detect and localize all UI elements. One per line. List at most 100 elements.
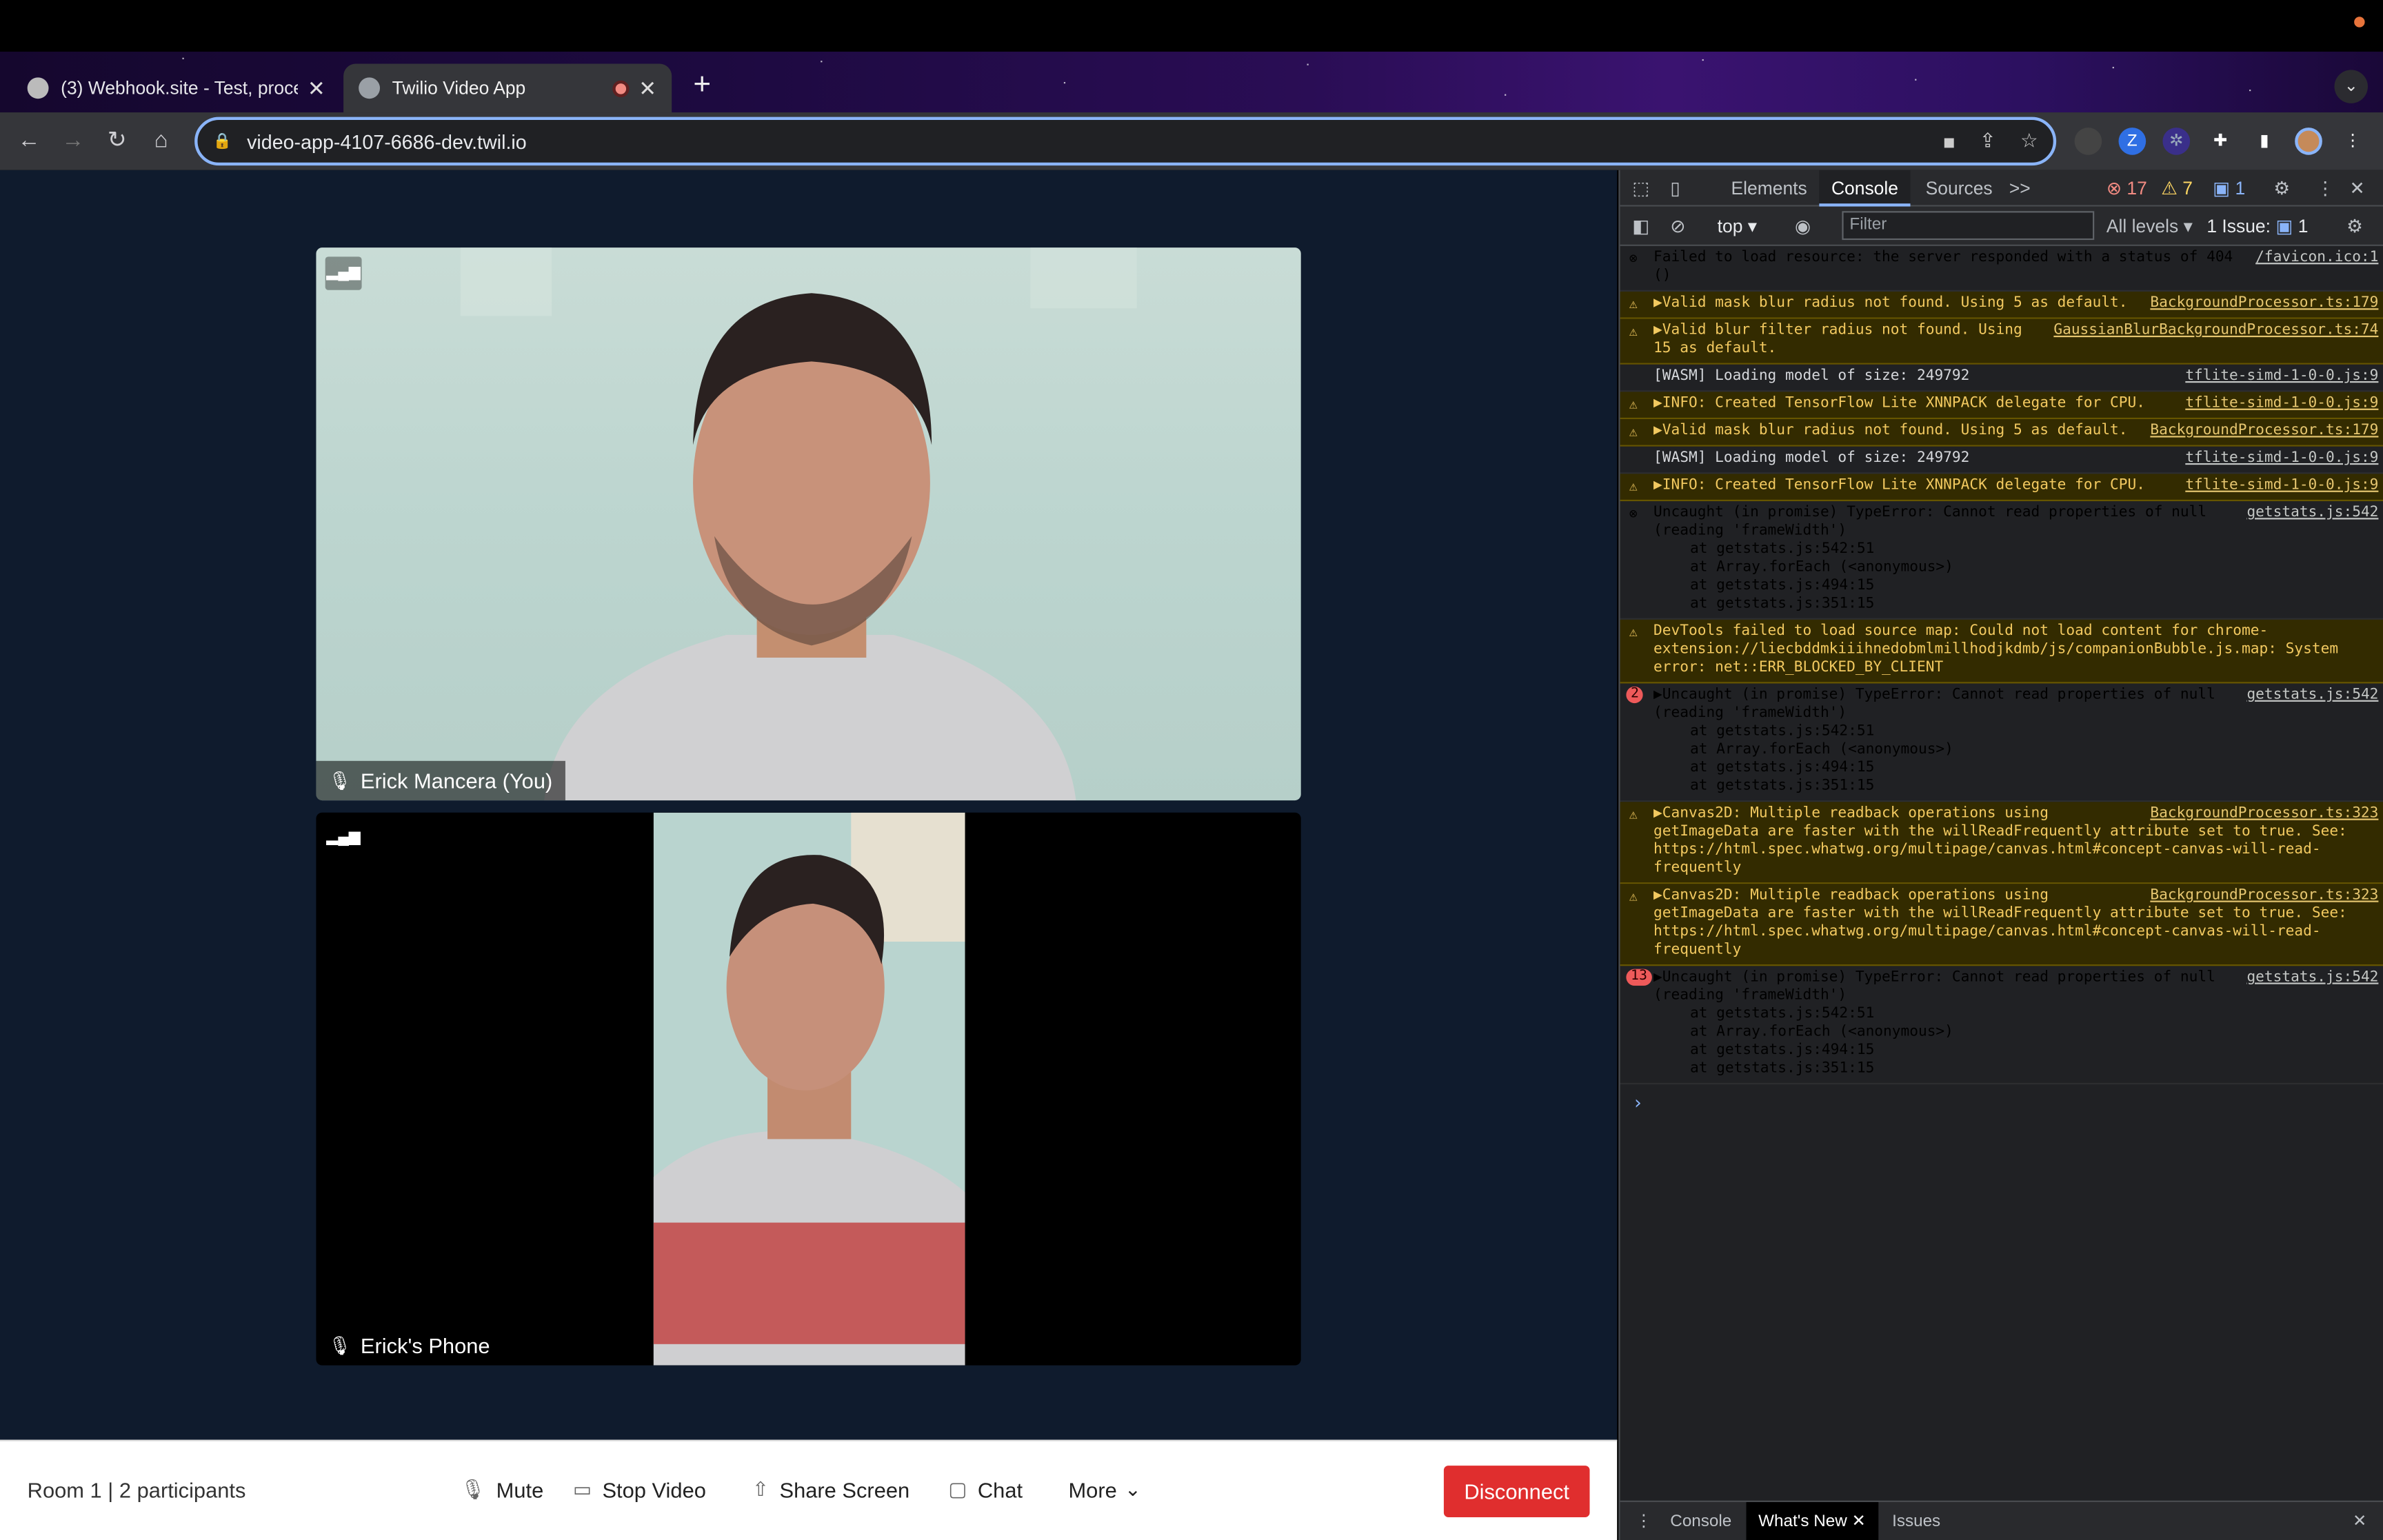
message-source-link[interactable]: BackgroundProcessor.ts:179 (2150, 294, 2378, 312)
stack-frame[interactable]: at getstats.js:351:15 (1653, 1060, 2378, 1078)
drawer-tab-console[interactable]: Console (1670, 1502, 1731, 1540)
message-source-link[interactable]: getstats.js:542 (2246, 969, 2378, 987)
reload-icon[interactable]: ↻ (102, 126, 132, 156)
message-source-link[interactable]: BackgroundProcessor.ts:323 (2150, 887, 2378, 905)
stack-frame[interactable]: at getstats.js:494:15 (1653, 577, 2378, 595)
address-bar[interactable]: 🔒 video-app-4107-6686-dev.twil.io ■ ⇪ ☆ (194, 116, 2057, 166)
console-message[interactable]: ⚠ BackgroundProcessor.ts:179 ▶Valid mask b… (1620, 419, 2383, 447)
console-message[interactable]: ⚠ BackgroundProcessor.ts:323 ▶Canvas2D: Mu… (1620, 884, 2383, 966)
console-message[interactable]: ⚠ DevTools failed to load source map: Cou… (1620, 619, 2383, 684)
stack-frame[interactable]: at getstats.js:494:15 (1653, 1042, 2378, 1060)
console-message[interactable]: ⚠ BackgroundProcessor.ts:323 ▶Canvas2D: Mu… (1620, 802, 2383, 884)
more-tabs-icon[interactable]: >> (2009, 170, 2031, 207)
share-screen-button[interactable]: ⇧ Share Screen (752, 1478, 909, 1502)
message-source-link[interactable]: GaussianBlurBackgroundProcessor.ts:74 (2053, 322, 2378, 340)
tab-console[interactable]: Console (1819, 170, 1911, 207)
back-icon[interactable]: ← (14, 126, 44, 156)
stack-frame[interactable]: at Array.forEach (<anonymous>) (1653, 741, 2378, 759)
forward-icon[interactable]: → (58, 126, 88, 156)
message-source-link[interactable]: /favicon.ico:1 (2255, 249, 2378, 267)
message-source-link[interactable]: getstats.js:542 (2246, 687, 2378, 705)
warning-count-badge[interactable]: ⚠ 7 (2161, 170, 2193, 207)
zoom-extension-icon[interactable]: Z (2118, 128, 2146, 155)
share-icon[interactable]: ⇪ (1980, 129, 1996, 153)
message-source-link[interactable]: tflite-simd-1-0-0.js:9 (2185, 449, 2378, 467)
kebab-menu-icon[interactable]: ⋮ (2316, 170, 2334, 207)
close-tab-icon[interactable]: ✕ (639, 75, 656, 101)
stack-frame[interactable]: at getstats.js:494:15 (1653, 760, 2378, 778)
tab-sources[interactable]: Sources (1926, 170, 1993, 207)
stack-frame[interactable]: at getstats.js:351:15 (1653, 596, 2378, 614)
console-message[interactable]: tflite-simd-1-0-0.js:9 [WASM] Loading mod… (1620, 364, 2383, 392)
console-message[interactable]: ⚠ GaussianBlurBackgroundProcessor.ts:74 ▶V… (1620, 318, 2383, 365)
bookmark-star-icon[interactable]: ☆ (2020, 129, 2038, 153)
stack-frame[interactable]: at getstats.js:351:15 (1653, 778, 2378, 796)
mute-button[interactable]: 🎙 Mute (461, 1478, 543, 1502)
drawer-tab-whats-new[interactable]: What's New ✕ (1746, 1501, 1878, 1540)
drawer-menu-icon[interactable]: ⋮ (1636, 1502, 1652, 1540)
stack-frame[interactable]: at Array.forEach (<anonymous>) (1653, 1024, 2378, 1042)
log-levels-dropdown[interactable]: All levels ▾ (2107, 208, 2193, 245)
stack-frame[interactable]: at getstats.js:542:51 (1653, 723, 2378, 741)
browser-tab-webhook[interactable]: (3) Webhook.site - Test, proce ✕ (12, 64, 341, 113)
url-text: video-app-4107-6686-dev.twil.io (247, 130, 527, 153)
tab-elements[interactable]: Elements (1731, 170, 1807, 207)
message-source-link[interactable]: tflite-simd-1-0-0.js:9 (2185, 477, 2378, 495)
stack-frame[interactable]: at Array.forEach (<anonymous>) (1653, 559, 2378, 577)
settings-gear-icon[interactable]: ⚙ (2273, 170, 2290, 207)
tab-search-button[interactable]: ⌄ (2334, 70, 2368, 103)
live-expression-eye-icon[interactable]: ◉ (1795, 208, 1811, 245)
warning-icon: ⚠ (1629, 325, 1638, 341)
message-source-link[interactable]: BackgroundProcessor.ts:323 (2150, 805, 2378, 823)
message-text: [WASM] Loading model of size: 249792 (1653, 367, 1970, 385)
inspect-element-icon[interactable]: ⬚ (1632, 170, 1649, 207)
issues-button[interactable]: 1 Issue: ▣ 1 (2206, 208, 2308, 245)
drawer-tab-issues[interactable]: Issues (1892, 1502, 1940, 1540)
console-message[interactable]: ⚠ BackgroundProcessor.ts:179 ▶Valid mask b… (1620, 292, 2383, 319)
context-selector[interactable]: top ▾ (1718, 208, 1757, 245)
message-source-link[interactable]: getstats.js:542 (2246, 504, 2378, 522)
console-message[interactable]: 13 getstats.js:542 ▶Uncaught (in promise) … (1620, 966, 2383, 1085)
new-tab-button[interactable]: + (685, 68, 718, 101)
console-message[interactable]: ⊗ getstats.js:542 Uncaught (in promise) Ty… (1620, 501, 2383, 620)
message-source-link[interactable]: BackgroundProcessor.ts:179 (2150, 422, 2378, 440)
participant-name: Erick's Phone (360, 1333, 490, 1358)
stop-video-label: Stop Video (602, 1477, 706, 1502)
stop-video-button[interactable]: ▭ Stop Video (573, 1478, 706, 1502)
console-message[interactable]: ⊗ /favicon.ico:1 Failed to load resource: … (1620, 246, 2383, 292)
browser-menu-icon[interactable]: ⋮ (2339, 128, 2366, 155)
close-tab-icon[interactable]: ✕ (308, 75, 325, 101)
message-source-link[interactable]: tflite-simd-1-0-0.js:9 (2185, 395, 2378, 413)
console-message[interactable]: tflite-simd-1-0-0.js:9 [WASM] Loading mod… (1620, 446, 2383, 474)
repeat-count-badge: 13 (1626, 969, 1652, 986)
message-text: ▶Uncaught (in promise) TypeError: Cannot… (1653, 969, 2215, 1004)
camera-icon[interactable]: ■ (1943, 130, 1955, 152)
home-icon[interactable]: ⌂ (146, 126, 177, 156)
message-source-link[interactable]: tflite-simd-1-0-0.js:9 (2185, 367, 2378, 385)
console-settings-icon[interactable]: ⚙ (2346, 208, 2363, 245)
console-prompt[interactable]: › (1620, 1084, 2383, 1121)
console-filter-input[interactable]: Filter (1842, 211, 2095, 241)
chat-button[interactable]: ▢ Chat (948, 1478, 1023, 1502)
globe-icon (359, 77, 381, 99)
stack-frame[interactable]: at getstats.js:542:51 (1653, 1006, 2378, 1024)
close-drawer-icon[interactable]: ✕ (2353, 1502, 2366, 1540)
sidebar-toggle-icon[interactable]: ◧ (1632, 208, 1649, 245)
puzzle-extensions-icon[interactable]: ✚ (2206, 128, 2234, 155)
console-message[interactable]: 2 getstats.js:542 ▶Uncaught (in promise) T… (1620, 683, 2383, 802)
more-button[interactable]: More ⌄ (1068, 1478, 1140, 1502)
disconnect-button[interactable]: Disconnect (1443, 1466, 1590, 1517)
console-message[interactable]: ⚠ tflite-simd-1-0-0.js:9 ▶INFO: Created Te… (1620, 474, 2383, 502)
error-count-badge[interactable]: ⊗ 17 (2107, 170, 2147, 207)
info-count-badge[interactable]: ▣ 1 (2213, 170, 2245, 207)
side-panel-icon[interactable]: ▮ (2251, 128, 2278, 155)
clear-console-icon[interactable]: ⊘ (1670, 208, 1685, 245)
profile-avatar[interactable] (2295, 128, 2322, 155)
extension-icon[interactable] (2074, 128, 2102, 155)
stack-frame[interactable]: at getstats.js:542:51 (1653, 540, 2378, 558)
browser-tab-twilio[interactable]: Twilio Video App ✕ (343, 63, 672, 113)
console-message[interactable]: ⚠ tflite-simd-1-0-0.js:9 ▶INFO: Created Te… (1620, 392, 2383, 420)
gear-extension-icon[interactable]: ✲ (2162, 128, 2191, 155)
close-devtools-icon[interactable]: ✕ (2350, 170, 2365, 207)
device-toolbar-icon[interactable]: ▯ (1670, 170, 1680, 207)
